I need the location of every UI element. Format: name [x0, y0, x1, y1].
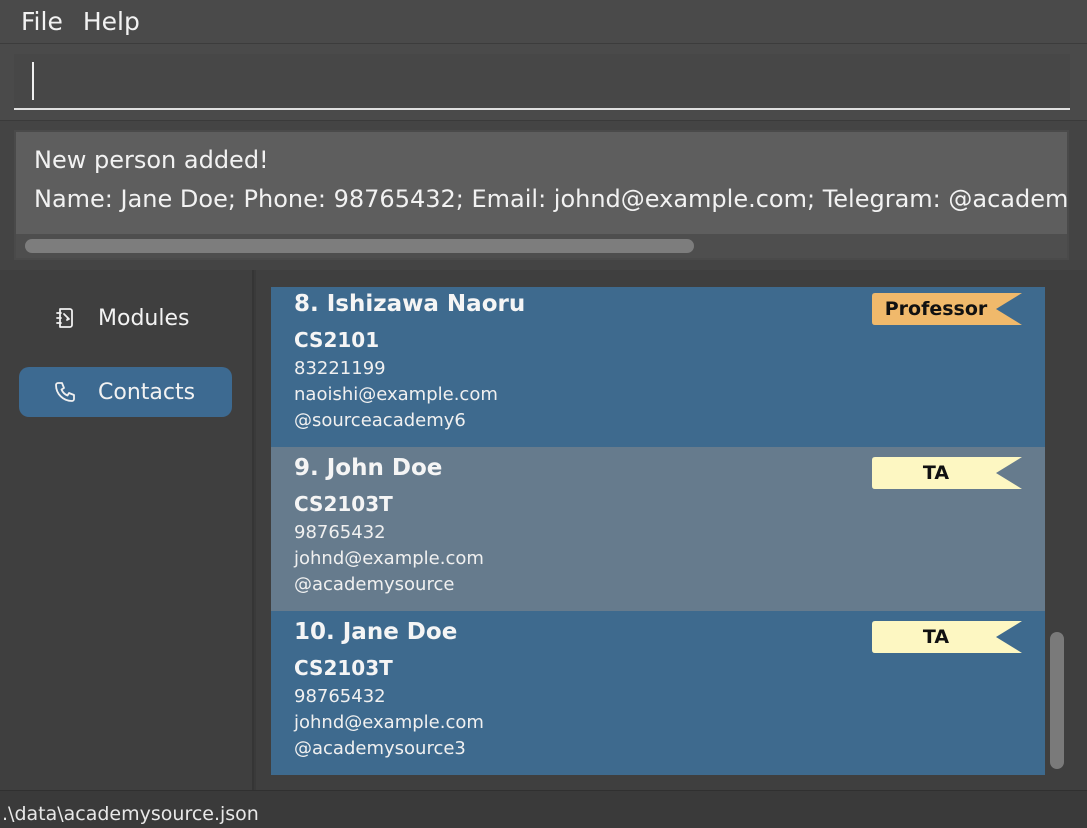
- contact-card[interactable]: 10. Jane Doe CS2103T 98765432 johnd@exam…: [271, 611, 1045, 775]
- menu-file[interactable]: File: [11, 6, 73, 38]
- contact-list[interactable]: 8. Ishizawa Naoru CS2101 83221199 naoish…: [271, 287, 1045, 775]
- menu-help[interactable]: Help: [73, 6, 150, 38]
- role-tag: TA: [872, 621, 1022, 653]
- role-tag: Professor: [872, 293, 1022, 325]
- sidebar-item-label: Modules: [98, 305, 190, 331]
- sidebar-item-label: Contacts: [98, 379, 196, 405]
- command-input[interactable]: [14, 54, 1070, 110]
- vertical-scrollbar[interactable]: [1050, 632, 1064, 769]
- phone-icon: [52, 379, 78, 405]
- menu-bar: File Help: [0, 0, 1087, 44]
- contact-module: CS2103T: [294, 656, 393, 680]
- role-tag: TA: [872, 457, 1022, 489]
- contact-telegram: @academysource: [294, 574, 455, 595]
- result-display[interactable]: New person added! Name: Jane Doe; Phone:…: [14, 130, 1069, 260]
- tag-label: Professor: [884, 298, 988, 320]
- contact-phone: 98765432: [294, 522, 386, 543]
- contact-email: naoishi@example.com: [294, 384, 498, 405]
- contact-phone: 83221199: [294, 358, 386, 379]
- contact-list-panel: 8. Ishizawa Naoru CS2101 83221199 naoish…: [256, 270, 1087, 790]
- result-details: Name: Jane Doe; Phone: 98765432; Email: …: [34, 185, 1069, 213]
- contact-card[interactable]: 9. John Doe CS2103T 98765432 johnd@examp…: [271, 447, 1045, 611]
- tag-label: TA: [922, 462, 950, 484]
- contact-name: 10. Jane Doe: [294, 619, 458, 645]
- result-area: New person added! Name: Jane Doe; Phone:…: [0, 120, 1087, 270]
- text-caret: [32, 62, 34, 100]
- result-message: New person added!: [34, 146, 269, 174]
- horizontal-scrollbar[interactable]: [16, 234, 1067, 258]
- contact-phone: 98765432: [294, 686, 386, 707]
- contact-name: 8. Ishizawa Naoru: [294, 291, 526, 317]
- contact-telegram: @sourceacademy6: [294, 410, 466, 431]
- horizontal-scroll-thumb[interactable]: [25, 239, 694, 253]
- status-bar: .\data\academysource.json: [0, 790, 1087, 828]
- contact-telegram: @academysource3: [294, 738, 466, 759]
- contact-email: johnd@example.com: [294, 712, 484, 733]
- contact-module: CS2101: [294, 328, 380, 352]
- sidebar: Modules Contacts: [0, 270, 254, 790]
- contact-email: johnd@example.com: [294, 548, 484, 569]
- contact-name: 9. John Doe: [294, 455, 443, 481]
- notebook-icon: [52, 305, 78, 331]
- sidebar-item-modules[interactable]: Modules: [19, 293, 232, 343]
- sidebar-item-contacts[interactable]: Contacts: [19, 367, 232, 417]
- command-area: [0, 44, 1087, 120]
- contact-card[interactable]: 8. Ishizawa Naoru CS2101 83221199 naoish…: [271, 287, 1045, 447]
- contact-module: CS2103T: [294, 492, 393, 516]
- tag-label: TA: [922, 626, 950, 648]
- data-file-path: .\data\academysource.json: [2, 803, 259, 825]
